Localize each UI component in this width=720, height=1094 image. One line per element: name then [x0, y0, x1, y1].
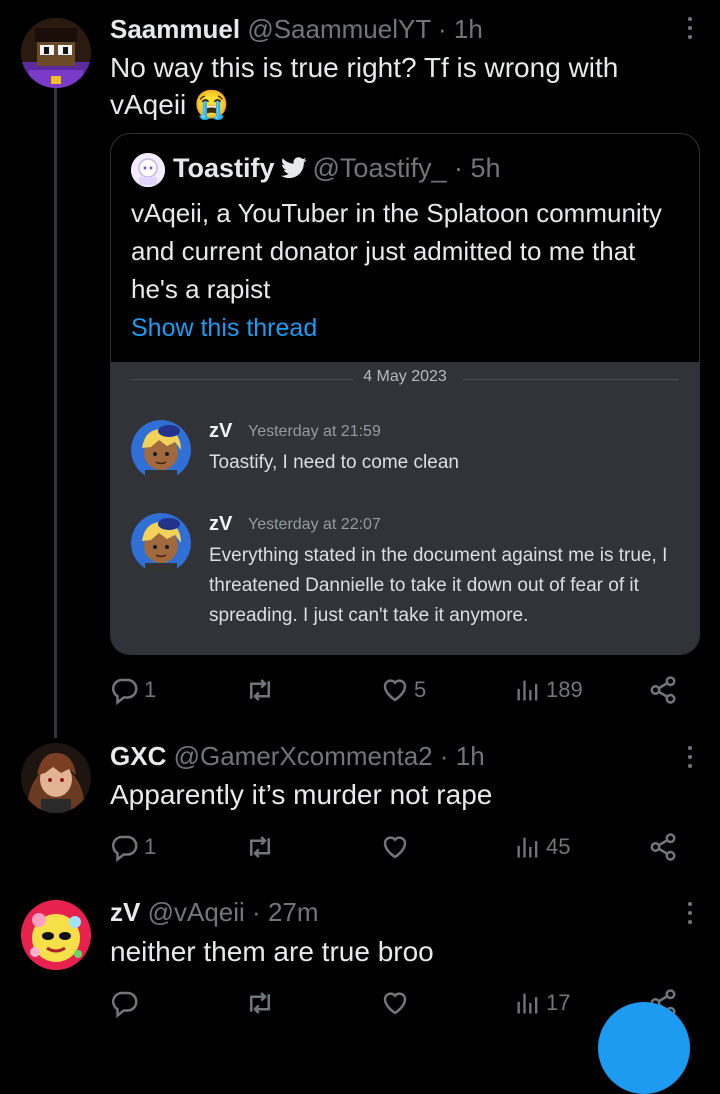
- views-icon: [517, 680, 538, 701]
- retweet-icon: [250, 679, 270, 701]
- reply-button[interactable]: 1: [110, 830, 156, 864]
- reply-button[interactable]: [110, 986, 144, 1020]
- author-name[interactable]: zV: [110, 897, 140, 927]
- discord-username: zV: [209, 513, 233, 535]
- share-icon: [650, 833, 676, 861]
- like-button[interactable]: [380, 830, 414, 864]
- discord-message-text: Toastify, I need to come clean: [209, 452, 459, 473]
- compose-button[interactable]: [598, 1002, 690, 1094]
- like-icon: [383, 836, 407, 859]
- separator-dot: ·: [437, 14, 447, 44]
- verified-bird-icon: [280, 154, 307, 186]
- tweet-header: zV @vAqeii · 27m: [110, 897, 319, 927]
- views-button[interactable]: 45: [514, 830, 570, 864]
- like-count: 5: [414, 677, 427, 702]
- more-icon[interactable]: [686, 902, 694, 929]
- discord-message-text: Everything stated in the document agains…: [209, 545, 668, 626]
- tweet-text: Apparently it’s murder not rape: [110, 779, 493, 810]
- share-button[interactable]: [648, 673, 678, 707]
- retweet-icon: [250, 836, 270, 858]
- author-name[interactable]: Saammuel: [110, 14, 240, 44]
- quote-author-name[interactable]: Toastify: [173, 153, 275, 183]
- tweet-actions: 1 45: [110, 830, 690, 864]
- tweet-time[interactable]: 1h: [456, 741, 485, 771]
- more-icon[interactable]: [686, 746, 694, 773]
- retweet-button[interactable]: [244, 673, 280, 707]
- views-icon: [517, 993, 538, 1014]
- date-divider-label: 4 May 2023: [363, 368, 447, 385]
- quoted-tweet[interactable]: Toastify @Toastify_ · 5h vAqeii, a YouTu…: [110, 133, 700, 655]
- views-button[interactable]: 189: [514, 673, 583, 707]
- retweet-button[interactable]: [244, 830, 280, 864]
- tweet-actions: 17: [110, 986, 690, 1020]
- tweet-time[interactable]: 1h: [454, 14, 483, 44]
- views-icon: [517, 837, 538, 858]
- reply-icon: [111, 991, 138, 1018]
- separator-dot: ·: [454, 153, 463, 183]
- more-icon[interactable]: [686, 17, 694, 44]
- reply-button[interactable]: 1: [110, 673, 156, 707]
- tweet-header: Saammuel @SaammuelYT · 1h: [110, 14, 483, 44]
- quote-text: vAqeii, a YouTuber in the Splatoon commu…: [131, 198, 662, 304]
- tweet-actions: 1 5 189: [110, 673, 690, 707]
- reply-count: 1: [144, 834, 157, 859]
- discord-username: zV: [209, 420, 233, 442]
- quote-author-handle[interactable]: @Toastify_: [313, 153, 447, 183]
- discord-avatar: [131, 420, 191, 480]
- reply-icon: [111, 835, 138, 862]
- like-button[interactable]: [380, 986, 414, 1020]
- show-thread-link[interactable]: Show this thread: [131, 314, 317, 343]
- quote-time[interactable]: 5h: [471, 153, 501, 183]
- discord-avatar: [131, 513, 191, 573]
- like-icon: [383, 679, 407, 702]
- like-button[interactable]: 5: [380, 673, 426, 707]
- tweet-text: neither them are true broo: [110, 936, 434, 967]
- reply-icon: [111, 678, 138, 705]
- reply-count: 1: [144, 677, 157, 702]
- separator-dot: ·: [252, 897, 261, 927]
- views-count: 45: [546, 834, 571, 859]
- tweet-time[interactable]: 27m: [268, 897, 319, 927]
- views-count: 189: [546, 677, 583, 702]
- quote-avatar[interactable]: [131, 152, 165, 187]
- share-button[interactable]: [648, 830, 678, 864]
- tweet-text: No way this is true right? Tf is wrong w…: [110, 52, 619, 120]
- author-handle[interactable]: @SaammuelYT: [247, 14, 430, 44]
- views-button[interactable]: 17: [514, 986, 570, 1020]
- discord-timestamp: Yesterday at 22:07: [248, 516, 381, 533]
- quote-header: Toastify @Toastify_ · 5h: [131, 152, 501, 187]
- retweet-icon: [250, 992, 270, 1014]
- separator-dot: ·: [439, 741, 449, 771]
- tweet-header: GXC @GamerXcommenta2 · 1h: [110, 741, 485, 771]
- discord-screenshot: 4 May 2023 zV Yesterday at 21:59 Toastif…: [111, 362, 699, 654]
- author-name[interactable]: GXC: [110, 741, 166, 771]
- thread-line: [54, 88, 57, 738]
- author-handle[interactable]: @GamerXcommenta2: [174, 741, 433, 771]
- like-icon: [383, 992, 407, 1015]
- avatar[interactable]: [21, 743, 91, 813]
- discord-timestamp: Yesterday at 21:59: [248, 423, 381, 440]
- views-count: 17: [546, 990, 571, 1015]
- retweet-button[interactable]: [244, 986, 280, 1020]
- share-icon: [650, 676, 676, 704]
- avatar[interactable]: [21, 18, 91, 88]
- avatar[interactable]: [21, 900, 91, 970]
- author-handle[interactable]: @vAqeii: [148, 897, 245, 927]
